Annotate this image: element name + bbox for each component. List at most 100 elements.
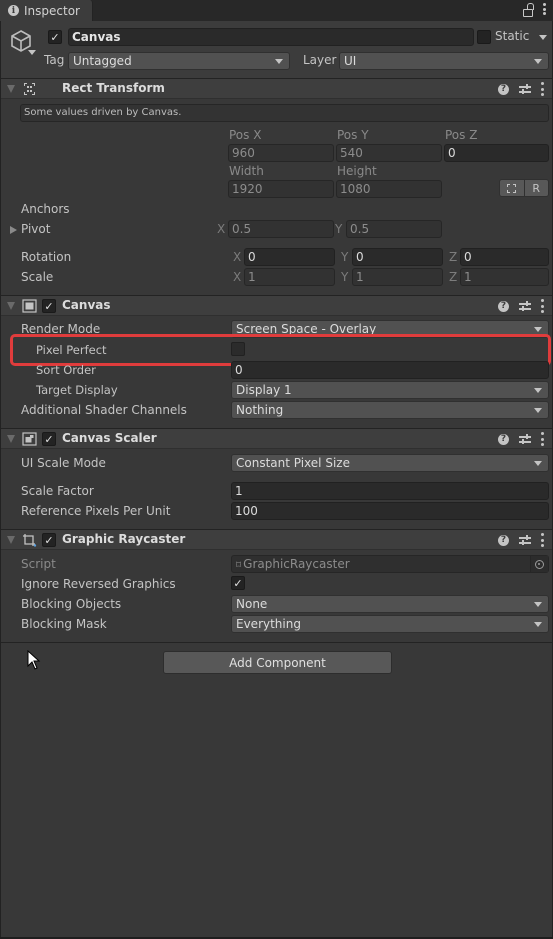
ref-ppu-label: Reference Pixels Per Unit: [21, 504, 171, 518]
layer-label: Layer: [303, 53, 337, 67]
help-icon[interactable]: ?: [498, 300, 509, 312]
presets-icon[interactable]: [519, 534, 531, 546]
graphic-raycaster-header[interactable]: ✓ Graphic Raycaster ?: [1, 529, 552, 550]
graphic-raycaster-title: Graphic Raycaster: [62, 532, 186, 546]
rotation-y-input[interactable]: 0: [352, 248, 443, 266]
components-end-divider: [1, 642, 552, 643]
static-checkbox[interactable]: [477, 30, 491, 44]
target-display-label: Target Display: [36, 383, 118, 397]
height-input[interactable]: 1080: [336, 180, 442, 198]
tab-title: Inspector: [24, 3, 80, 18]
ref-ppu-input[interactable]: 100: [231, 502, 549, 520]
component-menu-icon[interactable]: [541, 82, 544, 96]
blocking-mask-dropdown[interactable]: Everything: [231, 615, 549, 633]
scale-y-axis-label: Y: [341, 270, 349, 284]
target-display-dropdown[interactable]: Display 1: [231, 381, 549, 399]
canvas-enabled-checkbox[interactable]: ✓: [42, 299, 56, 313]
blueprint-mode-button[interactable]: [499, 179, 525, 197]
blocking-objects-label: Blocking Objects: [21, 597, 122, 611]
mouse-cursor-icon: [27, 650, 41, 670]
layer-dropdown[interactable]: UI: [339, 52, 549, 70]
pixel-perfect-checkbox[interactable]: [231, 342, 245, 356]
rotation-x-input[interactable]: 0: [244, 248, 335, 266]
component-menu-icon[interactable]: [541, 432, 544, 446]
graphic-raycaster-enabled-checkbox[interactable]: ✓: [42, 533, 56, 547]
blocking-objects-dropdown[interactable]: None: [231, 595, 549, 613]
scale-label: Scale: [21, 270, 54, 284]
width-label: Width: [229, 164, 264, 178]
canvas-scaler-header[interactable]: ✓ Canvas Scaler ?: [1, 428, 552, 449]
shader-channels-dropdown[interactable]: Nothing: [231, 401, 549, 419]
component-menu-icon[interactable]: [541, 533, 544, 547]
ignore-reversed-label: Ignore Reversed Graphics: [21, 577, 176, 591]
rect-edit-buttons: R: [499, 179, 549, 197]
tag-dropdown[interactable]: Untagged: [68, 52, 290, 70]
inspector-tab[interactable]: i Inspector: [0, 0, 93, 21]
foldout-arrow-icon[interactable]: [7, 536, 15, 544]
tab-menu-icon[interactable]: [543, 2, 547, 16]
icon-dropdown-caret-icon[interactable]: [28, 50, 36, 55]
rotation-label: Rotation: [21, 250, 72, 264]
driven-values-info: Some values driven by Canvas.: [20, 104, 549, 122]
script-label: Script: [21, 557, 56, 571]
presets-icon[interactable]: [519, 300, 531, 312]
canvas-scaler-enabled-checkbox[interactable]: ✓: [42, 432, 56, 446]
info-icon: i: [8, 5, 19, 16]
scale-z-input[interactable]: 1: [460, 268, 549, 286]
object-picker-icon[interactable]: [530, 556, 548, 572]
scale-factor-input[interactable]: 1: [231, 482, 549, 500]
raw-edit-button[interactable]: R: [524, 179, 549, 197]
presets-icon[interactable]: [519, 433, 531, 445]
pivot-y-input[interactable]: 0.5: [346, 220, 442, 238]
ignore-reversed-checkbox[interactable]: ✓: [231, 576, 245, 590]
help-icon[interactable]: ?: [498, 83, 509, 95]
rect-transform-header[interactable]: Rect Transform ?: [1, 78, 552, 99]
pos-x-label: Pos X: [229, 128, 262, 142]
rotation-z-input[interactable]: 0: [460, 248, 549, 266]
pos-y-label: Pos Y: [337, 128, 369, 142]
width-input[interactable]: 1920: [228, 180, 334, 198]
presets-icon[interactable]: [519, 83, 531, 95]
pivot-y-axis-label: Y: [335, 222, 343, 236]
blocking-mask-label: Blocking Mask: [21, 617, 107, 631]
height-label: Height: [337, 164, 377, 178]
canvas-title: Canvas: [62, 298, 111, 312]
pivot-label: Pivot: [21, 222, 51, 236]
anchors-label[interactable]: Anchors: [21, 202, 70, 216]
anchors-foldout-icon[interactable]: [10, 226, 17, 234]
help-icon[interactable]: ?: [498, 534, 509, 546]
add-component-button[interactable]: Add Component: [163, 651, 392, 674]
static-label: Static: [495, 29, 530, 43]
scale-z-axis-label: Z: [449, 270, 458, 284]
pos-z-input[interactable]: 0: [444, 144, 549, 162]
lock-icon[interactable]: [521, 2, 533, 17]
ui-scale-mode-dropdown[interactable]: Constant Pixel Size: [231, 454, 549, 472]
canvas-scaler-icon: [22, 432, 37, 446]
sort-order-input[interactable]: 0: [231, 361, 549, 379]
gameobject-active-checkbox[interactable]: ✓: [48, 30, 62, 44]
scale-x-input[interactable]: 1: [244, 268, 335, 286]
rotation-y-axis-label: Y: [341, 250, 349, 264]
sort-order-label: Sort Order: [36, 363, 96, 377]
rotation-z-axis-label: Z: [449, 250, 458, 264]
component-menu-icon[interactable]: [541, 299, 544, 313]
pos-y-input[interactable]: 540: [336, 144, 442, 162]
foldout-arrow-icon[interactable]: [7, 435, 15, 443]
gameobject-header: ✓ Canvas Static Tag Untagged Layer UI: [1, 21, 552, 79]
script-object-field[interactable]: ⌑ GraphicRaycaster: [231, 555, 549, 573]
scale-y-input[interactable]: 1: [352, 268, 443, 286]
static-dropdown-caret-icon[interactable]: [539, 35, 547, 40]
help-icon[interactable]: ?: [498, 433, 509, 445]
shader-channels-label: Additional Shader Channels: [21, 403, 187, 417]
pos-x-input[interactable]: 960: [228, 144, 334, 162]
foldout-arrow-icon[interactable]: [7, 85, 15, 93]
rotation-x-axis-label: X: [233, 250, 242, 264]
rect-transform-title: Rect Transform: [62, 81, 165, 95]
graphic-raycaster-icon: [23, 534, 37, 547]
canvas-header[interactable]: ✓ Canvas ?: [1, 295, 552, 316]
foldout-arrow-icon[interactable]: [7, 302, 15, 310]
dotted-rect-icon: [507, 183, 517, 193]
pivot-x-input[interactable]: 0.5: [228, 220, 334, 238]
gameobject-name-input[interactable]: Canvas: [68, 28, 474, 46]
canvas-component-icon: [22, 299, 37, 313]
